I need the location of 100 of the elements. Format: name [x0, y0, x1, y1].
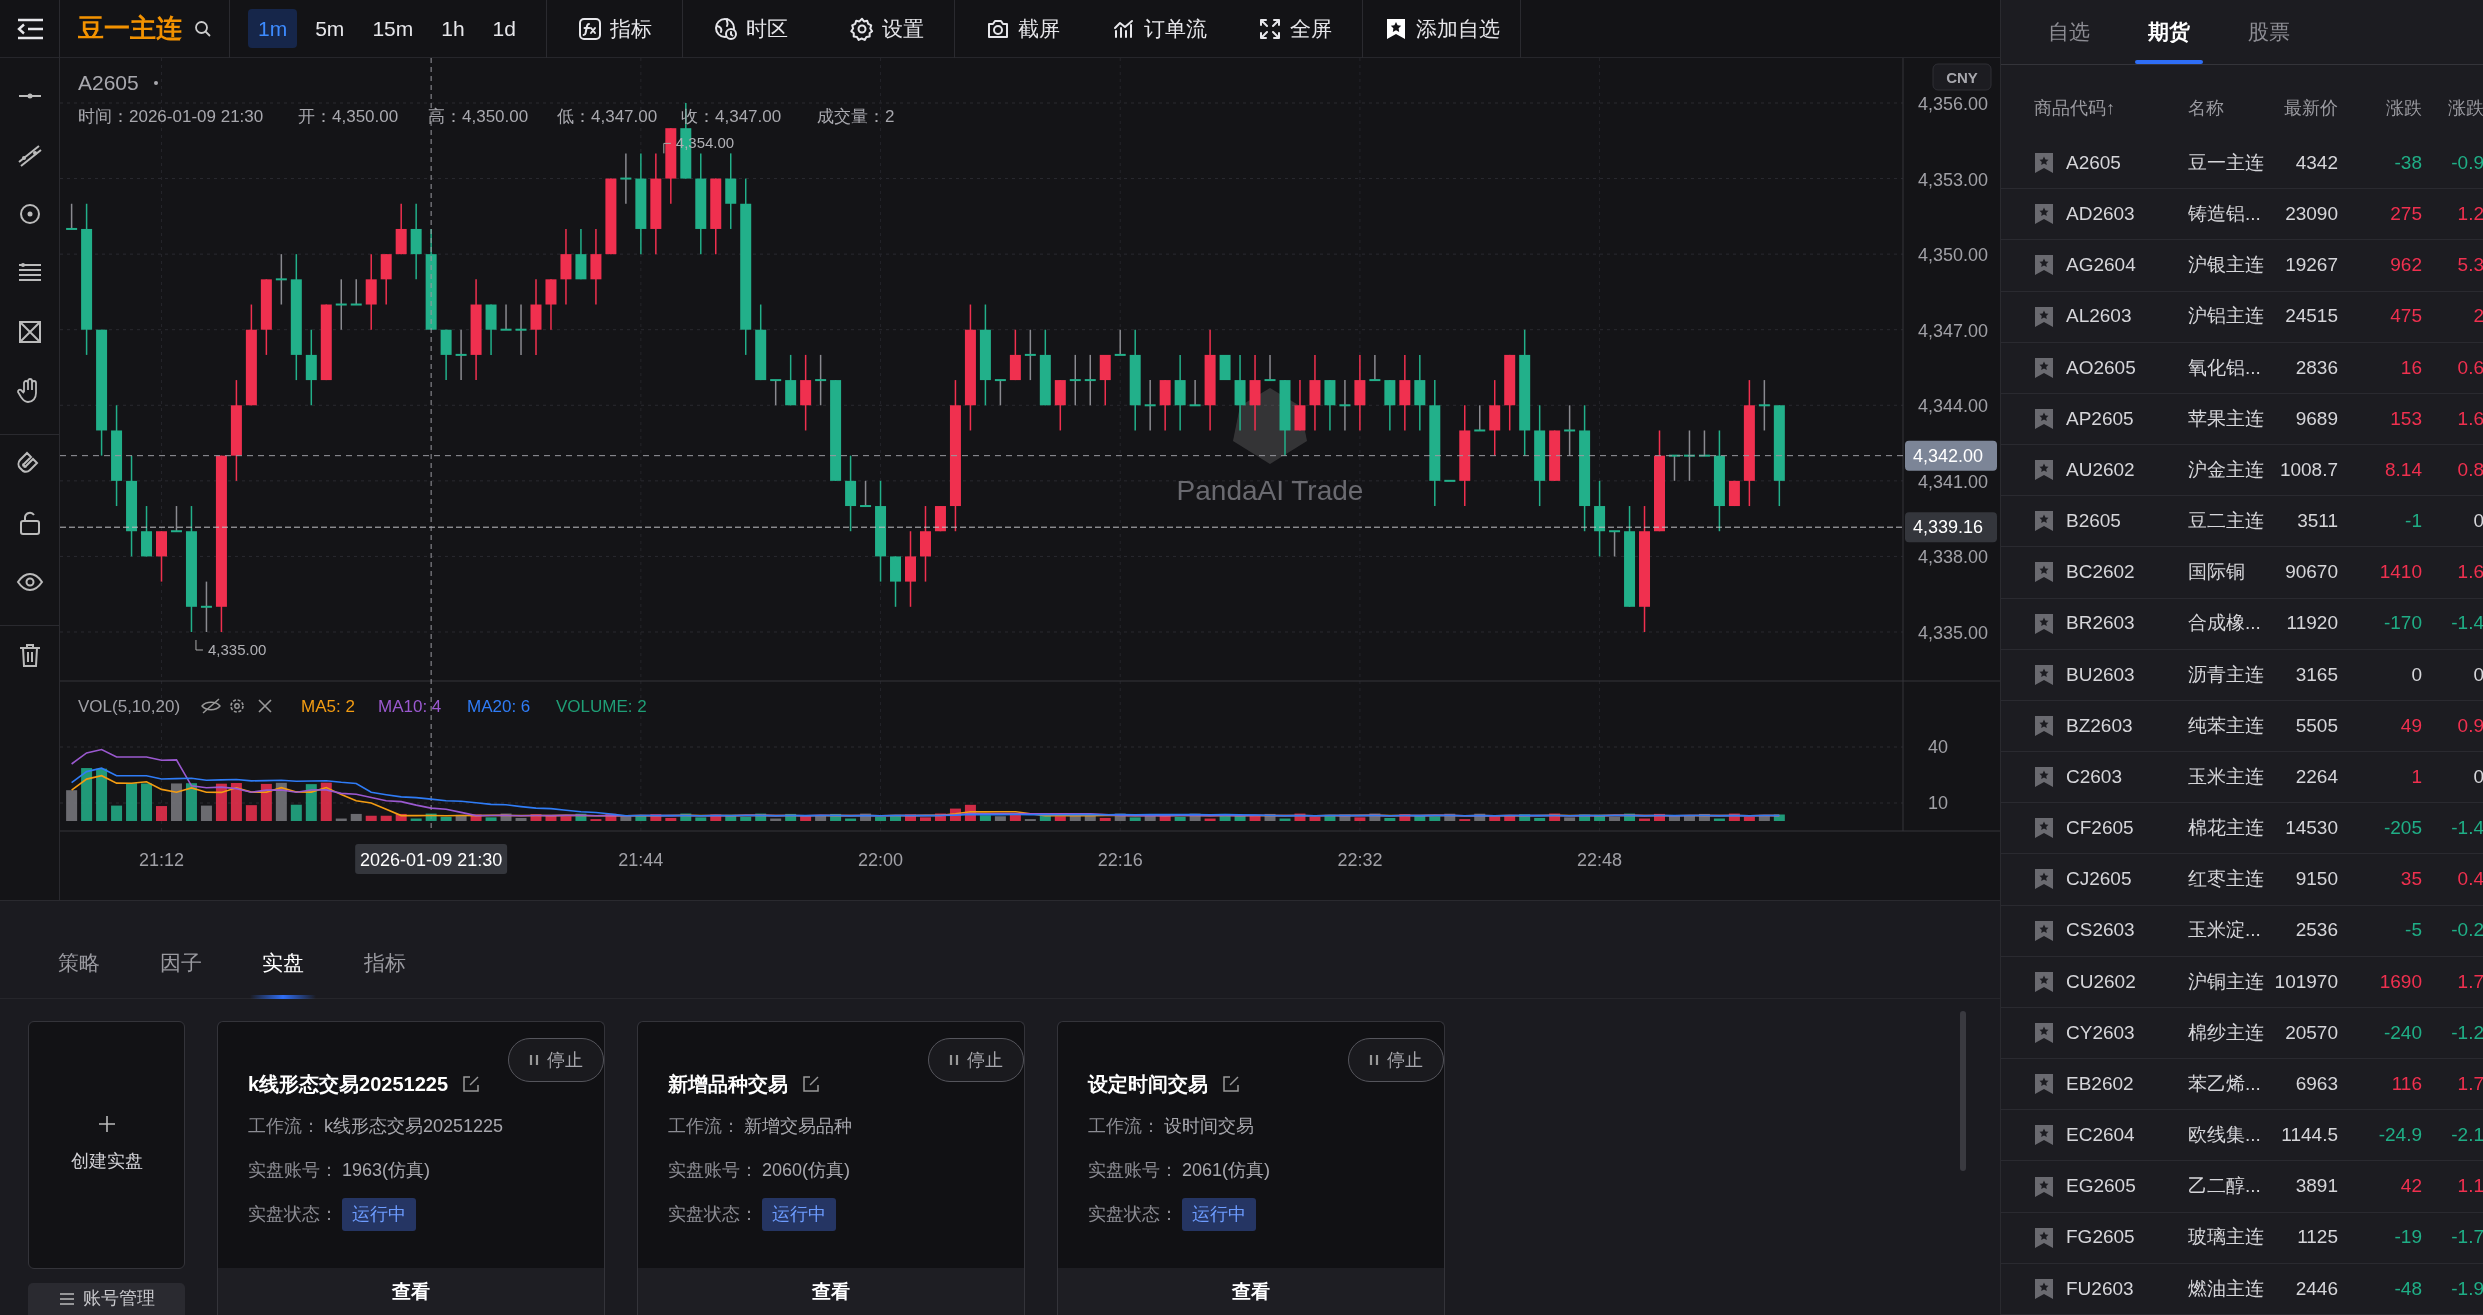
- price-cell-text: 3165: [2294, 662, 2338, 687]
- column-header[interactable]: 商品代码↑: [2034, 95, 2188, 122]
- panel-tab[interactable]: 策略: [28, 927, 130, 999]
- code-cell-text: BC2602: [2066, 560, 2136, 585]
- column-header[interactable]: 涨跌: [2422, 95, 2483, 122]
- change-cell-text: -170: [2382, 611, 2422, 636]
- view-button[interactable]: 查看: [1058, 1268, 1444, 1315]
- price-axis-label: 4,341.00: [1918, 471, 1989, 492]
- price-cell-text: 6963: [2294, 1071, 2338, 1096]
- name-cell-text: 棉花主连: [2188, 816, 2265, 841]
- price-cell-text: 2836: [2294, 355, 2338, 380]
- interval-tab[interactable]: 15m: [362, 8, 424, 49]
- percent-cell-text: -1.4: [2450, 611, 2483, 636]
- name-cell-text: 乙二醇...: [2188, 1174, 2262, 1199]
- strategy-title: k线形态交易20251225: [248, 1072, 449, 1097]
- code-cell-text: AP2605: [2066, 406, 2135, 431]
- strategy-title: 新增品种交易: [668, 1072, 788, 1097]
- ohlc-info: 成交量：2: [817, 107, 895, 126]
- panel-tab[interactable]: 因子: [130, 927, 232, 999]
- field-value: k线形态交易20251225: [324, 1114, 504, 1138]
- percent-cell-text: -2.1: [2450, 1123, 2483, 1148]
- market-tab[interactable]: 股票: [2219, 0, 2319, 64]
- panel-tab[interactable]: 指标: [334, 927, 436, 999]
- code-cell-text: EB2602: [2066, 1071, 2135, 1096]
- price-cell-text: 4342: [2294, 150, 2338, 175]
- percent-cell-text: 1.6: [2456, 560, 2483, 585]
- toolbar-button[interactable]: 时区: [683, 0, 819, 58]
- percent-cell-text: 0.4: [2456, 867, 2483, 892]
- price-cell-text: 20570: [2284, 1020, 2338, 1045]
- toolbar-button[interactable]: 截屏: [955, 0, 1091, 58]
- view-button[interactable]: 查看: [638, 1268, 1024, 1315]
- price-axis-label: 4,353.00: [1918, 169, 1989, 190]
- toolbar-button[interactable]: 订单流: [1091, 0, 1227, 58]
- create-card[interactable]: 创建实盘: [28, 1021, 185, 1269]
- name-cell-text: 沪铜主连: [2188, 969, 2265, 994]
- code-cell-text: AG2604: [2066, 253, 2137, 278]
- interval-tab[interactable]: 1m: [248, 8, 298, 49]
- name-cell-text: 玉米淀...: [2188, 918, 2262, 943]
- code-cell-text: BU2603: [2066, 662, 2136, 687]
- column-header[interactable]: 名称: [2188, 95, 2271, 122]
- field-value: 1963(仿真): [342, 1158, 431, 1182]
- price-cell-text: 1008.7: [2278, 457, 2338, 482]
- interval-tab[interactable]: 1h: [431, 8, 475, 49]
- change-cell-text: 1410: [2378, 560, 2422, 585]
- percent-cell-text: -1.2: [2450, 1020, 2483, 1045]
- toolbar-button[interactable]: 全屏: [1227, 0, 1363, 58]
- column-header[interactable]: 涨跌: [2338, 95, 2422, 122]
- change-cell-text: 1690: [2378, 969, 2422, 994]
- price-axis-label: 4,335.00: [1918, 623, 1989, 643]
- price-cell-text: 3511: [2296, 509, 2338, 533]
- field-label: 实盘账号：: [668, 1158, 758, 1182]
- field-label: 工作流：: [248, 1114, 320, 1138]
- code-cell-text: EC2604: [2066, 1123, 2136, 1148]
- status-badge: 运行中: [762, 1197, 836, 1231]
- panel-tab[interactable]: 实盘: [232, 927, 334, 999]
- change-cell-text: 42: [2399, 1174, 2422, 1199]
- toolbar-button[interactable]: 指标: [547, 0, 683, 58]
- percent-cell-text: -1.7: [2450, 1225, 2483, 1250]
- stop-button[interactable]: 停止: [1348, 1038, 1444, 1082]
- stop-button[interactable]: 停止: [508, 1038, 604, 1082]
- price-cell-text: 5505: [2294, 713, 2338, 738]
- market-tab[interactable]: 自选: [2019, 0, 2119, 64]
- view-button[interactable]: 查看: [218, 1268, 604, 1315]
- time-axis-label: 21:44: [618, 850, 664, 870]
- price-cell-text: 23090: [2284, 202, 2338, 226]
- percent-cell-text: -0.2: [2450, 918, 2483, 943]
- price-cell-text: 14530: [2284, 816, 2338, 841]
- name-cell-text: 豆二主连: [2188, 509, 2265, 533]
- price-axis-label: 4,338.00: [1918, 547, 1989, 568]
- strategy-title: 设定时间交易: [1088, 1072, 1208, 1097]
- symbol-label: A2605: [78, 71, 139, 94]
- toolbar-button[interactable]: 设置: [819, 0, 955, 58]
- name-cell-text: 沪金主连: [2188, 457, 2265, 482]
- time-axis-label: 21:12: [139, 850, 184, 870]
- field-label: 实盘账号：: [248, 1158, 338, 1182]
- field-value: 设时间交易: [1164, 1114, 1254, 1138]
- volume-title: VOL(5,10,20): [78, 697, 181, 716]
- percent-cell-text: 1.1: [2456, 1174, 2483, 1199]
- name-cell-text: 苹果主连: [2188, 406, 2265, 431]
- time-tag: 2026-01-09 21:30: [355, 844, 508, 874]
- code-cell-text: BR2603: [2066, 611, 2136, 636]
- stop-button[interactable]: 停止: [928, 1038, 1024, 1082]
- name-cell-text: 红枣主连: [2188, 867, 2265, 892]
- code-cell-text: AL2603: [2066, 304, 2133, 329]
- code-cell-text: FU2603: [2066, 1276, 2135, 1301]
- price-axis-label: 4,347.00: [1918, 320, 1989, 341]
- percent-cell-text: 0.9: [2456, 713, 2483, 738]
- toolbar-button[interactable]: 添加自选: [1363, 0, 1521, 58]
- code-cell-text: FG2605: [2066, 1225, 2136, 1250]
- interval-tab[interactable]: 1d: [482, 8, 526, 49]
- column-header[interactable]: 最新价: [2271, 95, 2338, 122]
- interval-tab[interactable]: 5m: [305, 8, 355, 49]
- market-tab[interactable]: 期货: [2119, 0, 2219, 64]
- change-cell-text: 49: [2399, 713, 2422, 738]
- field-value: 新增交易品种: [744, 1114, 852, 1138]
- price-cell-text: 90670: [2284, 560, 2338, 585]
- price-cell-text: 11920: [2285, 611, 2338, 636]
- change-cell-text: 116: [2390, 1071, 2422, 1096]
- account-button[interactable]: 账号管理: [28, 1282, 185, 1315]
- symbol-title[interactable]: 豆一主连: [78, 9, 182, 48]
